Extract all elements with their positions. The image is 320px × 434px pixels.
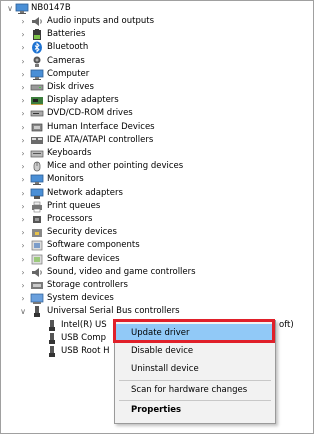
chevron-right-icon[interactable]: › bbox=[18, 28, 28, 41]
tree-category-label: System devices bbox=[47, 293, 114, 304]
ide-controller-icon bbox=[30, 134, 44, 147]
tree-category-label: Cameras bbox=[47, 55, 85, 66]
display-adapter-icon bbox=[30, 94, 44, 107]
tree-category-label: IDE ATA/ATAPI controllers bbox=[47, 134, 154, 145]
chevron-right-icon[interactable]: › bbox=[18, 68, 28, 81]
tree-category-label: Universal Serial Bus controllers bbox=[47, 306, 180, 317]
software-component-icon bbox=[30, 239, 44, 252]
tree-category-label: Storage controllers bbox=[47, 280, 128, 290]
chevron-down-icon[interactable]: ∨ bbox=[5, 2, 15, 15]
disk-drive-icon bbox=[30, 81, 44, 94]
tree-category-label: Human Interface Devices bbox=[47, 121, 155, 132]
chevron-right-icon[interactable]: › bbox=[18, 147, 28, 160]
keyboard-icon bbox=[30, 147, 44, 160]
chevron-right-icon[interactable]: › bbox=[18, 160, 28, 173]
tree-category-label: Sound, video and game controllers bbox=[47, 266, 196, 277]
chevron-right-icon[interactable]: › bbox=[18, 239, 28, 252]
battery-icon bbox=[30, 28, 44, 41]
chevron-right-icon[interactable]: › bbox=[18, 200, 28, 213]
usb-plug-icon bbox=[45, 319, 59, 332]
chevron-right-icon[interactable]: › bbox=[18, 94, 28, 107]
computer-icon bbox=[15, 2, 29, 15]
chevron-right-icon[interactable]: › bbox=[18, 41, 28, 54]
chevron-right-icon[interactable]: › bbox=[18, 81, 28, 94]
monitor-icon bbox=[30, 68, 44, 81]
chevron-right-icon[interactable]: › bbox=[18, 107, 28, 120]
menu-item-scan-hardware[interactable]: Scan for hardware changes bbox=[115, 381, 275, 399]
tree-device-label: USB Comp bbox=[61, 332, 106, 343]
chevron-right-icon[interactable]: › bbox=[18, 55, 28, 68]
tree-category-label: Keyboards bbox=[47, 148, 92, 158]
bluetooth-icon bbox=[30, 41, 44, 54]
tree-device-label: USB Root H bbox=[61, 346, 110, 356]
usb-plug-icon bbox=[45, 332, 59, 345]
chevron-down-icon[interactable]: ∨ bbox=[18, 305, 28, 318]
chevron-right-icon[interactable]: › bbox=[18, 213, 28, 226]
printer-icon bbox=[30, 200, 44, 213]
menu-item-uninstall-device[interactable]: Uninstall device bbox=[115, 360, 275, 378]
system-device-icon bbox=[30, 292, 44, 305]
chevron-right-icon[interactable]: › bbox=[18, 187, 28, 200]
menu-item-disable-device[interactable]: Disable device bbox=[115, 342, 275, 360]
menu-item-properties[interactable]: Properties bbox=[115, 401, 275, 419]
chevron-right-icon[interactable]: › bbox=[18, 266, 28, 279]
tree-category-label: Bluetooth bbox=[47, 42, 89, 53]
tree-category-label: Mice and other pointing devices bbox=[47, 161, 184, 172]
tree-category-label: Print queues bbox=[47, 200, 101, 211]
tree-category-label: Batteries bbox=[47, 29, 86, 40]
security-icon bbox=[30, 226, 44, 239]
chevron-right-icon[interactable]: › bbox=[18, 134, 28, 147]
speaker-icon bbox=[30, 15, 44, 28]
tree-root-label: NB0147B bbox=[31, 3, 71, 13]
tree-device-label-tail: oft) bbox=[279, 319, 294, 330]
tree-device-label: Intel(R) US bbox=[61, 319, 107, 330]
chevron-right-icon[interactable]: › bbox=[18, 253, 28, 266]
hid-icon bbox=[30, 121, 44, 134]
chevron-right-icon[interactable]: › bbox=[18, 226, 28, 239]
tree-category-label: Security devices bbox=[47, 227, 117, 238]
dvd-drive-icon bbox=[30, 107, 44, 120]
chevron-right-icon[interactable]: › bbox=[18, 15, 28, 28]
tree-category-label: DVD/CD-ROM drives bbox=[47, 108, 133, 119]
network-adapter-icon bbox=[30, 187, 44, 200]
tree-category-label: Software devices bbox=[47, 253, 120, 264]
chevron-right-icon[interactable]: › bbox=[18, 173, 28, 186]
chevron-right-icon[interactable]: › bbox=[18, 292, 28, 305]
speaker-icon bbox=[30, 266, 44, 279]
tree-category-label: Disk drives bbox=[47, 82, 94, 92]
software-device-icon bbox=[30, 253, 44, 266]
usb-icon bbox=[30, 305, 44, 318]
tree-category-label: Audio inputs and outputs bbox=[47, 16, 155, 26]
camera-icon bbox=[30, 55, 44, 68]
tree-category-label: Display adapters bbox=[47, 95, 119, 106]
monitor-icon bbox=[30, 173, 44, 186]
tree-category-label: Software components bbox=[47, 240, 140, 251]
usb-plug-icon bbox=[45, 345, 59, 358]
mouse-icon bbox=[30, 160, 44, 173]
chevron-right-icon[interactable]: › bbox=[18, 121, 28, 134]
storage-controller-icon bbox=[30, 279, 44, 292]
processor-icon bbox=[30, 213, 44, 226]
tree-category-label: Computer bbox=[47, 68, 90, 79]
context-menu: Update driver Disable device Uninstall d… bbox=[114, 320, 276, 424]
tree-category-label: Network adapters bbox=[47, 187, 123, 198]
chevron-right-icon[interactable]: › bbox=[18, 279, 28, 292]
menu-item-update-driver[interactable]: Update driver bbox=[115, 324, 275, 342]
tree-category-label: Monitors bbox=[47, 174, 84, 185]
tree-category-label: Processors bbox=[47, 214, 93, 224]
